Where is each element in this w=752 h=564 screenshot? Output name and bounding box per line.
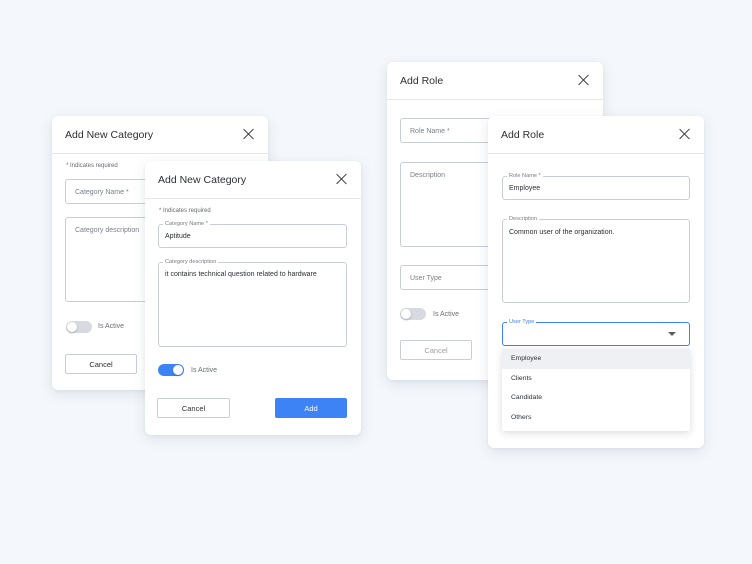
is-active-toggle[interactable] xyxy=(158,364,184,376)
toggle-knob xyxy=(173,365,183,375)
dropdown-option-clients[interactable]: Clients xyxy=(502,369,690,389)
role-name-placeholder: Role Name * xyxy=(410,128,450,135)
category-name-placeholder: Category Name * xyxy=(75,189,129,196)
dialog-title: Add New Category xyxy=(158,174,247,186)
user-type-dropdown-menu: Employee Clients Candidate Others xyxy=(502,349,690,431)
cancel-button[interactable]: Cancel xyxy=(400,340,472,360)
toggle-knob xyxy=(401,309,411,319)
dropdown-option-candidate[interactable]: Candidate xyxy=(502,388,690,408)
is-active-label: Is Active xyxy=(98,323,125,330)
is-active-toggle[interactable] xyxy=(400,308,426,320)
cancel-button[interactable]: Cancel xyxy=(157,398,230,418)
close-icon[interactable] xyxy=(578,74,590,86)
role-name-value: Employee xyxy=(509,185,541,192)
dialog-header: Add New Category xyxy=(52,116,268,154)
add-button[interactable]: Add xyxy=(275,398,347,418)
chevron-down-icon[interactable] xyxy=(668,332,676,336)
category-name-input[interactable]: Category Name * Aptitude xyxy=(158,220,347,248)
is-active-label: Is Active xyxy=(433,311,460,318)
category-description-value: it contains technical question related t… xyxy=(165,271,317,278)
category-description-placeholder: Category description xyxy=(75,227,140,234)
user-type-placeholder: User Type xyxy=(410,275,442,282)
dialog-header: Add New Category xyxy=(145,161,361,199)
cancel-button[interactable]: Cancel xyxy=(65,354,137,374)
role-description-textarea[interactable]: Description Common user of the organizat… xyxy=(502,215,690,303)
role-description-placeholder: Description xyxy=(410,172,446,179)
dialog-title: Add New Category xyxy=(65,129,154,141)
dialog-header: Add Role xyxy=(387,62,603,100)
category-description-textarea[interactable]: Category description it contains technic… xyxy=(158,258,347,347)
user-type-select[interactable]: User Type xyxy=(502,318,690,346)
dropdown-option-employee[interactable]: Employee xyxy=(502,349,690,369)
category-dialog-front: Add New Category * Indicates required Ca… xyxy=(145,161,361,435)
is-active-label: Is Active xyxy=(191,367,218,374)
dialog-title: Add Role xyxy=(400,75,444,87)
category-name-value: Aptitude xyxy=(165,233,191,240)
role-description-value: Common user of the organization. xyxy=(509,229,615,236)
close-icon[interactable] xyxy=(336,173,348,185)
category-name-label: Category Name * xyxy=(163,220,210,228)
role-dialog-front: Add Role Role Name * Employee Descriptio… xyxy=(488,116,704,448)
required-note: * Indicates required xyxy=(159,208,211,214)
close-icon[interactable] xyxy=(679,128,691,140)
role-description-label: Description xyxy=(507,215,539,223)
role-name-input[interactable]: Role Name * Employee xyxy=(502,172,690,200)
is-active-toggle[interactable] xyxy=(66,321,92,333)
toggle-knob xyxy=(67,322,77,332)
category-description-label: Category description xyxy=(163,258,219,266)
required-note: * Indicates required xyxy=(66,163,118,169)
close-icon[interactable] xyxy=(243,128,255,140)
dropdown-option-others[interactable]: Others xyxy=(502,408,690,428)
user-type-label: User Type xyxy=(507,318,537,326)
dialog-title: Add Role xyxy=(501,129,545,141)
dialog-header: Add Role xyxy=(488,116,704,154)
role-name-label: Role Name * xyxy=(507,172,543,180)
